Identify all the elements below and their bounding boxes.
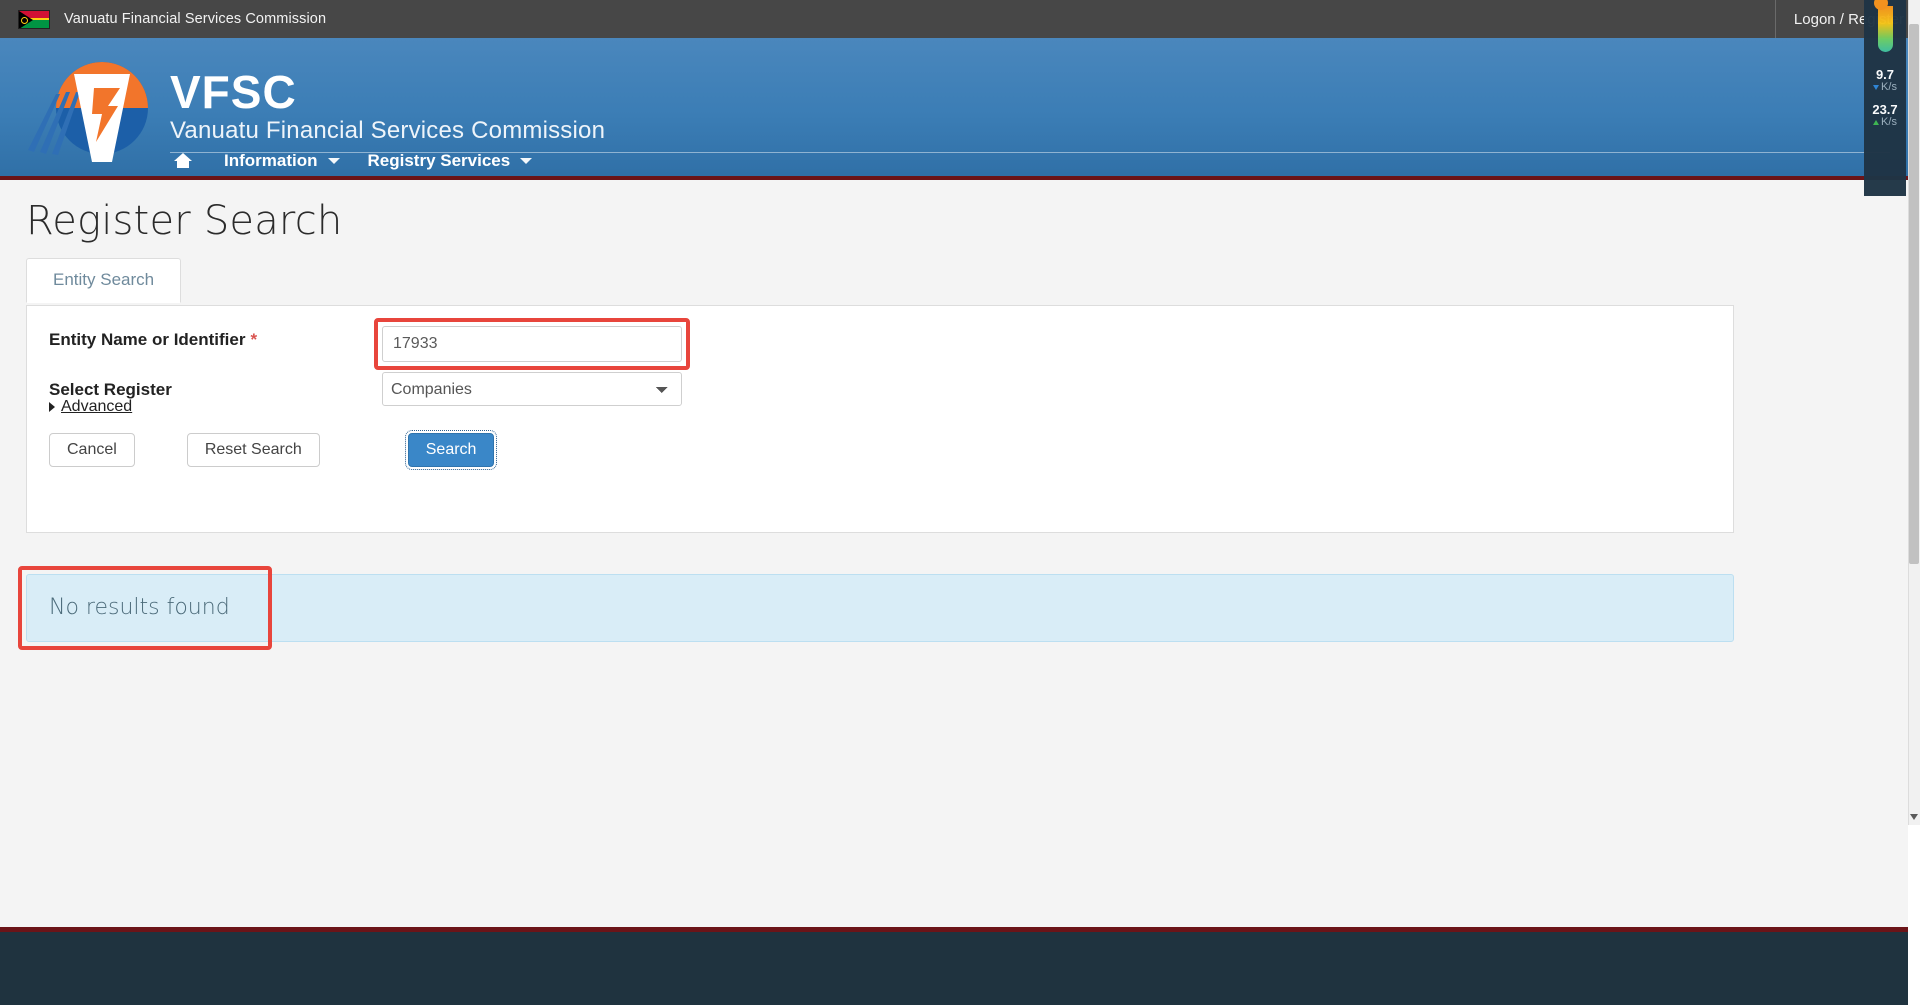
chevron-down-icon [520, 158, 533, 164]
nav-item-registry-services-label: Registry Services [367, 151, 511, 170]
brand-block: VFSC Vanuatu Financial Services Commissi… [170, 68, 1890, 153]
site-name-label: Vanuatu Financial Services Commission [64, 11, 327, 27]
arrow-up-icon [1873, 120, 1880, 125]
home-icon [174, 153, 192, 169]
scrollbar-thumb[interactable] [1909, 24, 1919, 564]
brand-name: Vanuatu Financial Services Commission [170, 117, 606, 144]
no-results-highlight [18, 566, 272, 650]
page-title: Register Search [26, 198, 343, 244]
logo-v-icon [74, 74, 130, 162]
vfsc-logo-icon[interactable] [26, 50, 148, 170]
search-button[interactable]: Search [404, 430, 498, 470]
entity-name-label: Entity Name or Identifier * [49, 330, 258, 349]
nav-item-home[interactable] [170, 153, 210, 169]
nav-item-registry-services[interactable]: Registry Services [354, 151, 547, 171]
cancel-button[interactable]: Cancel [49, 433, 135, 467]
advanced-toggle-link[interactable]: Advanced [49, 398, 132, 416]
network-gauge-icon [1877, 6, 1893, 52]
select-register-label: Select Register [49, 380, 172, 399]
scroll-down-arrow-icon[interactable] [1910, 814, 1918, 820]
entity-name-input-highlight [374, 318, 690, 370]
page-scrollbar[interactable] [1908, 0, 1920, 825]
vanuatu-flag-icon [18, 9, 50, 29]
network-speed-overlay: 9.7 K/s 23.7 K/s [1864, 0, 1906, 196]
select-register-wrapper: Companies [382, 372, 682, 406]
upload-speed-value: 23.7 [1872, 102, 1898, 117]
select-register-dropdown[interactable]: Companies [382, 372, 682, 406]
select-register-field-row: Select Register [49, 380, 172, 400]
tab-bar: Entity Search [26, 258, 182, 303]
upload-speed-unit-row: K/s [1872, 117, 1897, 128]
download-speed-value: 9.7 [1875, 67, 1895, 82]
chevron-right-icon [49, 402, 55, 412]
download-speed-unit: K/s [1881, 81, 1897, 93]
tab-entity-search[interactable]: Entity Search [26, 258, 182, 303]
entity-name-input-wrapper [374, 318, 690, 370]
upload-speed-unit: K/s [1881, 116, 1897, 128]
site-header: VFSC Vanuatu Financial Services Commissi… [0, 38, 1920, 180]
results-alert-panel: No results found [26, 574, 1734, 642]
reset-search-button[interactable]: Reset Search [186, 433, 320, 467]
download-speed-stat: 9.7 K/s [1873, 68, 1897, 93]
main-navigation: Information Registry Services [170, 144, 546, 178]
upload-speed-stat: 23.7 K/s [1872, 103, 1897, 128]
form-button-row: Cancel Reset Search Search [49, 430, 498, 470]
advanced-toggle-label: Advanced [61, 398, 133, 415]
site-footer [0, 932, 1908, 1005]
browser-top-bar: Vanuatu Financial Services Commission Lo… [0, 0, 1920, 38]
arrow-down-icon [1873, 85, 1880, 90]
search-form-panel: Entity Name or Identifier* Select Regist… [26, 305, 1734, 533]
required-asterisk: * [250, 330, 258, 349]
chevron-down-icon [327, 158, 340, 164]
brand-acronym: VFSC [170, 66, 297, 118]
download-speed-unit-row: K/s [1873, 82, 1897, 93]
nav-item-information[interactable]: Information [210, 151, 354, 171]
nav-item-information-label: Information [224, 151, 318, 170]
page-content: Register Search Entity Search Entity Nam… [0, 180, 1908, 1005]
top-bar-left: Vanuatu Financial Services Commission [0, 9, 327, 29]
entity-name-field-row: Entity Name or Identifier * [49, 330, 257, 350]
